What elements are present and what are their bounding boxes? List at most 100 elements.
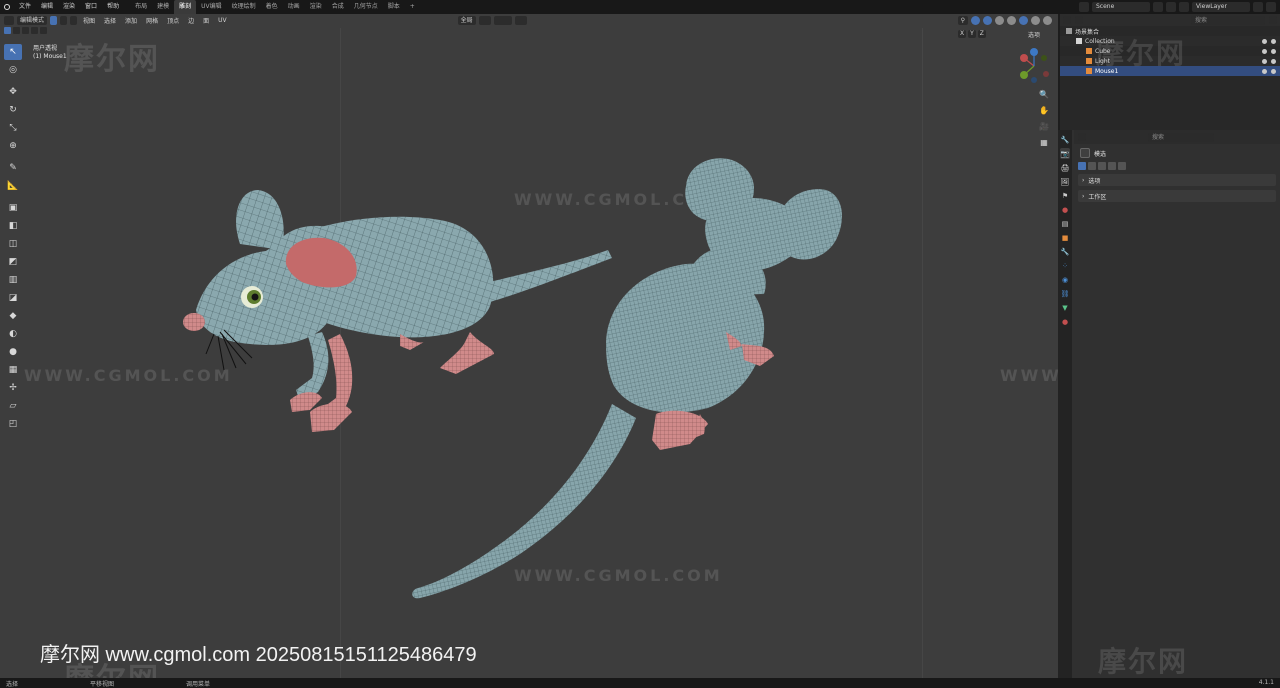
editor-type-button[interactable] [4, 15, 14, 25]
shear-tool-icon[interactable]: ▱ [4, 398, 22, 414]
visibility-dropdown[interactable]: ⚲ [957, 15, 968, 25]
menu-add[interactable]: 添加 [122, 16, 140, 25]
mouse-meshes[interactable] [0, 14, 1058, 678]
pivot-point-button[interactable] [478, 15, 491, 25]
tab-geometry-nodes[interactable]: 几何节点 [349, 0, 383, 14]
mirror-x-button[interactable]: X [958, 30, 967, 38]
menu-window[interactable]: 窗口 [80, 0, 102, 14]
tab-texture-paint[interactable]: 纹理绘制 [227, 0, 261, 14]
visibility-toggles[interactable] [1262, 38, 1276, 44]
collection-tab-icon[interactable]: ▤ [1060, 218, 1070, 229]
tab-rendering[interactable]: 渲染 [305, 0, 327, 14]
xray-toggle[interactable] [995, 15, 1004, 25]
menu-uv[interactable]: UV [215, 17, 230, 24]
menu-edge[interactable]: 边 [185, 16, 197, 25]
particles-tab-icon[interactable]: ⁘ [1060, 260, 1070, 271]
loop-cut-tool-icon[interactable]: ▥ [4, 272, 22, 288]
rip-region-tool-icon[interactable]: ◰ [4, 416, 22, 432]
delete-scene-button[interactable] [1166, 2, 1176, 12]
options-dropdown[interactable]: 选项 [1028, 30, 1040, 39]
edge-slide-tool-icon[interactable]: ▦ [4, 362, 22, 378]
delete-view-layer-button[interactable] [1266, 2, 1276, 12]
mode-intersect-icon[interactable] [1118, 162, 1126, 170]
outliner-editor-icon[interactable] [1063, 16, 1071, 24]
spin-tool-icon[interactable]: ◐ [4, 326, 22, 342]
tab-layout[interactable]: 布局 [130, 0, 152, 14]
visibility-toggles[interactable] [1262, 68, 1276, 74]
outliner-item-mouse1[interactable]: Mouse1 [1060, 66, 1280, 76]
new-scene-button[interactable] [1153, 2, 1163, 12]
mode-invert-icon[interactable] [1108, 162, 1116, 170]
material-tab-icon[interactable]: ● [1060, 316, 1070, 327]
mode-subtract-icon[interactable] [1098, 162, 1106, 170]
render-tab-icon[interactable]: 📷 [1060, 148, 1070, 159]
select-intersect-button[interactable] [40, 27, 47, 34]
proportional-editing-button[interactable] [514, 15, 527, 25]
outliner-scene-collection[interactable]: 场景集合 [1060, 26, 1280, 36]
panel-options[interactable]: › 选项 [1078, 174, 1276, 186]
object-tab-icon[interactable]: ■ [1060, 232, 1070, 243]
overlay-toggle[interactable] [983, 15, 992, 25]
vertex-select-button[interactable] [50, 15, 58, 25]
select-new-button[interactable] [4, 27, 11, 34]
menu-render[interactable]: 渲染 [58, 0, 80, 14]
mode-dropdown[interactable]: 编辑模式 [17, 15, 48, 25]
menu-mesh[interactable]: 网格 [143, 16, 161, 25]
face-select-button[interactable] [70, 15, 78, 25]
tab-uv-editing[interactable]: UV编辑 [196, 0, 227, 14]
view-layer-icon[interactable] [1179, 2, 1189, 12]
bevel-tool-icon[interactable]: ◩ [4, 254, 22, 270]
mouse-model-side[interactable] [183, 190, 612, 432]
tab-compositing[interactable]: 合成 [327, 0, 349, 14]
add-cube-tool-icon[interactable]: ▣ [4, 200, 22, 216]
menu-face[interactable]: 面 [200, 16, 212, 25]
transform-orientation-dropdown[interactable]: 全局 [457, 15, 476, 25]
edge-select-button[interactable] [60, 15, 68, 25]
snapping-button[interactable] [493, 15, 512, 25]
outliner-item-light[interactable]: Light [1060, 56, 1280, 66]
move-tool-icon[interactable]: ✥ [4, 84, 22, 100]
material-shading-button[interactable] [1031, 15, 1040, 25]
view-layer-tab-icon[interactable]: 🖼 [1060, 176, 1070, 187]
scene-field[interactable]: Scene [1092, 2, 1150, 12]
outliner-item-cube[interactable]: Cube [1060, 46, 1280, 56]
properties-search-input[interactable]: 搜索 [1148, 132, 1214, 142]
select-invert-button[interactable] [31, 27, 38, 34]
properties-editor-icon[interactable] [1078, 133, 1086, 141]
display-mode-icon[interactable] [1075, 16, 1083, 24]
menu-select[interactable]: 选择 [101, 16, 119, 25]
modifiers-tab-icon[interactable]: 🔧 [1060, 246, 1070, 257]
mode-extend-icon[interactable] [1088, 162, 1096, 170]
cursor-tool-icon[interactable]: ◎ [4, 62, 22, 78]
pan-hand-icon[interactable]: ✋ [1038, 104, 1050, 116]
mouse-model-back[interactable] [412, 158, 842, 599]
data-tab-icon[interactable]: ▼ [1060, 302, 1070, 313]
select-subtract-button[interactable] [22, 27, 29, 34]
knife-tool-icon[interactable]: ◪ [4, 290, 22, 306]
visibility-toggles[interactable] [1262, 48, 1276, 54]
menu-vertex[interactable]: 顶点 [164, 16, 182, 25]
poly-build-tool-icon[interactable]: ◆ [4, 308, 22, 324]
solid-shading-button[interactable] [1019, 15, 1028, 25]
wireframe-shading-button[interactable] [1007, 15, 1016, 25]
scale-tool-icon[interactable]: ⤡ [4, 120, 22, 136]
3d-viewport[interactable]: 摩尔网 WWW.CGMOL.COM WWW.CGMOL.COM WWW.CGMO… [0, 14, 1058, 678]
annotate-tool-icon[interactable]: ✎ [4, 160, 22, 176]
scene-tab-icon[interactable]: ⚑ [1060, 190, 1070, 201]
tool-tab-icon[interactable]: 🔧 [1060, 134, 1070, 145]
transform-tool-icon[interactable]: ⊕ [4, 138, 22, 154]
tab-animation[interactable]: 动画 [283, 0, 305, 14]
mirror-y-button[interactable]: Y [968, 30, 976, 38]
outliner-collection[interactable]: Collection [1060, 36, 1280, 46]
scene-icon[interactable] [1079, 2, 1089, 12]
tab-scripting[interactable]: 脚本 [383, 0, 405, 14]
navigation-gizmo[interactable] [1016, 48, 1052, 84]
new-view-layer-button[interactable] [1253, 2, 1263, 12]
blender-logo-icon[interactable] [0, 0, 14, 14]
menu-edit[interactable]: 编辑 [36, 0, 58, 14]
rotate-tool-icon[interactable]: ↻ [4, 102, 22, 118]
smooth-tool-icon[interactable]: ● [4, 344, 22, 360]
tab-shading[interactable]: 着色 [261, 0, 283, 14]
select-box-tool-icon[interactable]: ↖ [4, 44, 22, 60]
inset-tool-icon[interactable]: ◫ [4, 236, 22, 252]
